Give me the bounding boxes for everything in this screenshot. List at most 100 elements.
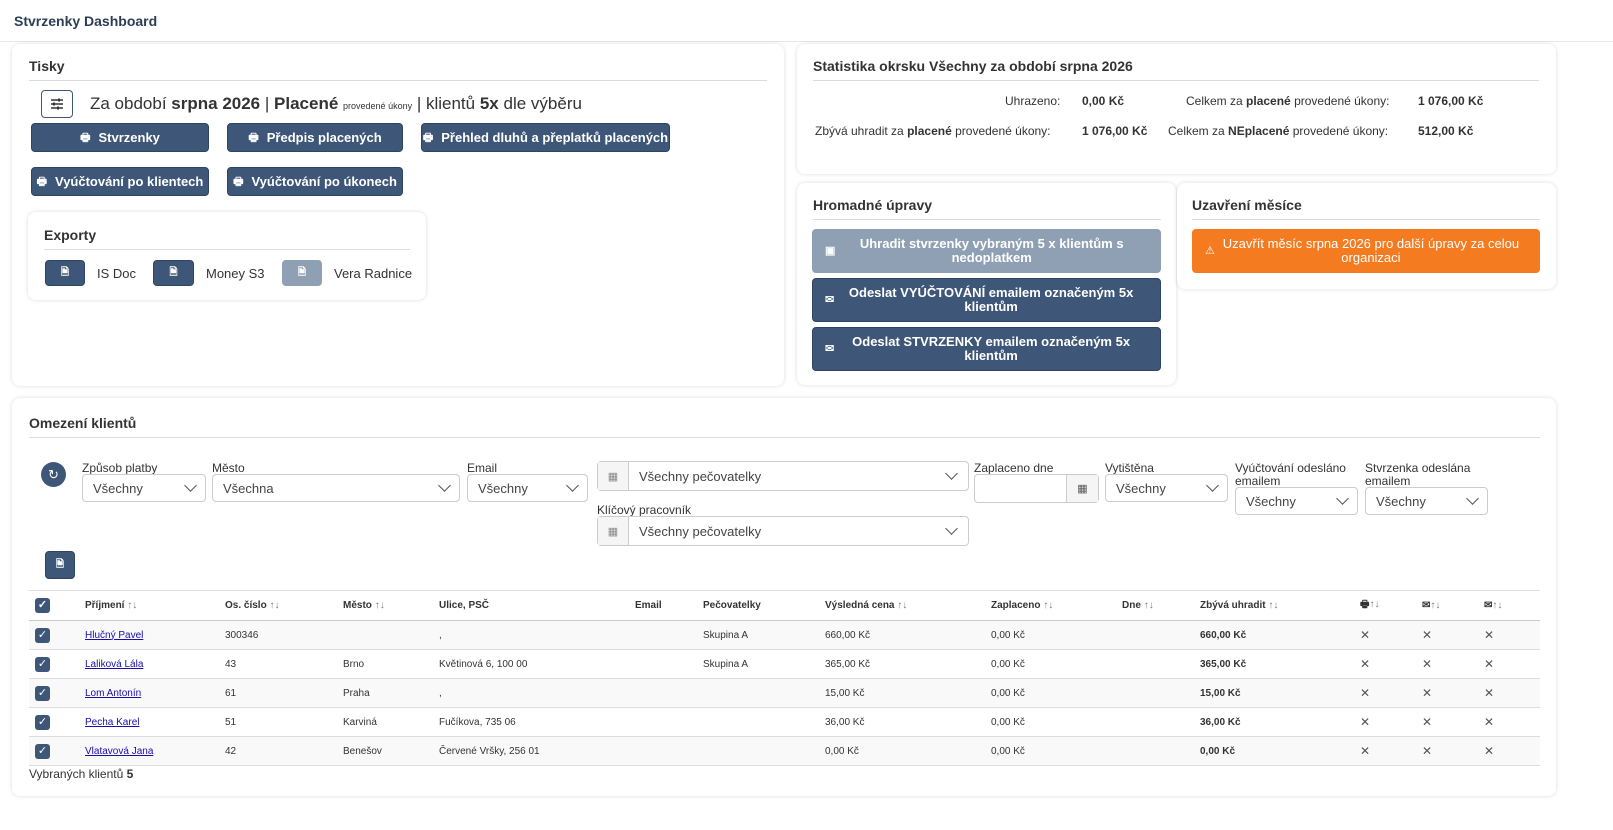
zpusob-select[interactable]: Všechny <box>82 474 206 502</box>
clients-count: 5x <box>479 94 499 113</box>
mode-small: provedené úkony <box>343 101 413 111</box>
cell-zapl: 0,00 Kč <box>991 736 1122 766</box>
vyuct-select[interactable]: Všechny <box>1235 487 1358 515</box>
col-pecovatelky[interactable]: Pečovatelky <box>703 590 825 621</box>
uhradit-button[interactable]: ▣ Uhradit stvrzenky vybraným 5 x klientům… <box>812 229 1161 273</box>
tisky-card: Tisky Za období srpna 2026 | Placené pro… <box>12 44 784 386</box>
col-vyuct-sent[interactable]: ✉↑↓ <box>1422 590 1484 621</box>
file-export-icon: 🗎 <box>60 267 70 278</box>
sort-icon: ↑↓ <box>897 600 908 611</box>
printer-icon: 🖶 <box>422 131 434 144</box>
calendar-icon[interactable]: ▦ <box>1066 475 1098 502</box>
email-select[interactable]: Všechny <box>467 474 588 502</box>
row-checkbox[interactable]: ✓ <box>29 649 85 679</box>
exporty-title: Exporty <box>44 227 410 250</box>
cell-dne <box>1122 678 1200 708</box>
col-mesto[interactable]: Město ↑↓ <box>343 590 439 621</box>
chevron-down-icon <box>1206 479 1219 492</box>
print-prehled-button[interactable]: 🖶 Přehled dluhů a přeplatků placených <box>421 123 670 152</box>
sort-icon: ↑↓ <box>1492 600 1503 611</box>
print-predpis-button[interactable]: 🖶 Předpis placených <box>227 123 403 152</box>
btn-label: Předpis placených <box>266 129 382 145</box>
money-icon: ▣ <box>825 245 836 257</box>
print-stvrzenky-button[interactable]: 🖶 Stvrzenky <box>31 123 209 152</box>
x-icon: ✕ <box>1422 620 1484 650</box>
select-all-checkbox[interactable]: ✓ <box>29 590 85 621</box>
x-icon: ✕ <box>1422 707 1484 737</box>
sep: | <box>264 94 270 113</box>
check-icon: ✓ <box>35 627 50 643</box>
client-link[interactable]: Pecha Karel <box>85 717 139 728</box>
uzavrit-mesic-button[interactable]: ⚠ Uzavřít měsíc srpna 2026 pro další úpra… <box>1192 229 1540 273</box>
exporty-card: Exporty 🗎 IS Doc 🗎 Money S3 🗎 Vera Radni… <box>28 212 426 300</box>
vera-export-button[interactable]: 🗎 <box>282 260 322 286</box>
client-link[interactable]: Hlučný Pavel <box>85 630 143 641</box>
printer-icon: 🖶 <box>248 131 259 144</box>
isdoc-export-button[interactable]: 🗎 <box>45 260 85 286</box>
hromadne-card: Hromadné úpravy ▣ Uhradit stvrzenky vybra… <box>797 183 1176 385</box>
zaplaceno-date-input[interactable]: ▦ <box>974 474 1099 503</box>
cell-ulice: , <box>439 678 635 708</box>
print-vyuctovani-klienti-button[interactable]: 🖶 Vyúčtování po klientech <box>31 167 209 196</box>
row-checkbox[interactable]: ✓ <box>29 678 85 708</box>
col-stvrz-sent[interactable]: ✉↑↓ <box>1484 590 1540 621</box>
table-row: ✓ Pecha Karel 51 Karviná Fučíkova, 735 0… <box>29 707 1540 737</box>
mesto-select[interactable]: Všechna <box>212 474 460 502</box>
col-oscislo[interactable]: Os. číslo ↑↓ <box>225 590 343 621</box>
cell-os: 43 <box>225 649 343 679</box>
x-icon: ✕ <box>1484 678 1540 708</box>
col-zbyva[interactable]: Zbývá uhradit ↑↓ <box>1200 590 1360 621</box>
cell-ulice: Fučíkova, 735 06 <box>439 707 635 737</box>
col-label: Dne <box>1122 600 1141 611</box>
envelope-icon: ✉ <box>825 294 835 306</box>
cell-cena: 36,00 Kč <box>825 707 991 737</box>
col-email[interactable]: Email <box>635 590 703 621</box>
period-value: srpna 2026 <box>171 94 261 113</box>
cell-zbyva: 36,00 Kč <box>1200 707 1360 737</box>
x-icon: ✕ <box>1422 678 1484 708</box>
celkem-neplacene-value: 512,00 Kč <box>1418 124 1474 138</box>
col-dne[interactable]: Dne ↑↓ <box>1122 590 1200 621</box>
client-link[interactable]: Vlatavová Jana <box>85 746 153 757</box>
btn-label: Přehled dluhů a přeplatků placených <box>441 129 669 145</box>
x-icon: ✕ <box>1484 736 1540 766</box>
col-prijmeni[interactable]: Příjmení ↑↓ <box>85 590 225 621</box>
pecovatelky-select[interactable]: ▦ Všechny pečovatelky <box>597 461 969 491</box>
col-ulice[interactable]: Ulice, PSČ <box>439 590 635 621</box>
col-label: Město <box>343 600 372 611</box>
odeslat-stvrzenky-button[interactable]: ✉ Odeslat STVRZENKY emailem označeným 5x … <box>812 327 1161 371</box>
col-zaplaceno[interactable]: Zaplaceno ↑↓ <box>991 590 1122 621</box>
client-link[interactable]: Lom Antonín <box>85 688 141 699</box>
row-checkbox[interactable]: ✓ <box>29 620 85 650</box>
cell-os: 51 <box>225 707 343 737</box>
col-cena[interactable]: Výsledná cena ↑↓ <box>825 590 991 621</box>
klicovy-select[interactable]: ▦ Všechny pečovatelky <box>597 516 969 546</box>
x-icon: ✕ <box>1422 736 1484 766</box>
x-icon: ✕ <box>1360 707 1422 737</box>
clients-suffix: dle výběru <box>503 94 582 113</box>
zbyva-label: Zbývá uhradit za placené provedené úkony… <box>815 124 1051 138</box>
sliders-icon <box>51 98 63 110</box>
col-printed[interactable]: 🖶↑↓ <box>1360 590 1422 621</box>
row-checkbox[interactable]: ✓ <box>29 707 85 737</box>
vytistena-select[interactable]: Všechny <box>1105 474 1228 502</box>
statistika-card: Statistika okrsku Všechny za období srpn… <box>797 44 1556 174</box>
col-label: Výsledná cena <box>825 600 895 611</box>
settings-button[interactable] <box>41 90 73 118</box>
odeslat-vyuctovani-button[interactable]: ✉ Odeslat VYÚČTOVÁNÍ emailem označeným 5x… <box>812 278 1161 322</box>
cell-mesto <box>343 620 439 650</box>
row-checkbox[interactable]: ✓ <box>29 736 85 766</box>
table-header-row: ✓ Příjmení ↑↓ Os. číslo ↑↓ Město ↑↓ Ulic… <box>29 590 1540 621</box>
print-vyuctovani-ukony-button[interactable]: 🖶 Vyúčtování po úkonech <box>227 167 403 196</box>
warning-icon: ⚠ <box>1205 245 1215 257</box>
export-table-button[interactable]: 🗎 <box>45 551 75 579</box>
refresh-button[interactable]: ↻ <box>41 462 66 487</box>
btn-label: Vyúčtování po klientech <box>55 173 204 189</box>
cell-pec: Skupina A <box>703 620 825 650</box>
client-link[interactable]: Laliková Lála <box>85 659 143 670</box>
clients-table: ✓ Příjmení ↑↓ Os. číslo ↑↓ Město ↑↓ Ulic… <box>29 590 1540 766</box>
chevron-down-icon <box>945 522 958 535</box>
cell-os: 42 <box>225 736 343 766</box>
money-export-button[interactable]: 🗎 <box>153 260 194 286</box>
stvrz-select[interactable]: Všechny <box>1365 487 1488 515</box>
